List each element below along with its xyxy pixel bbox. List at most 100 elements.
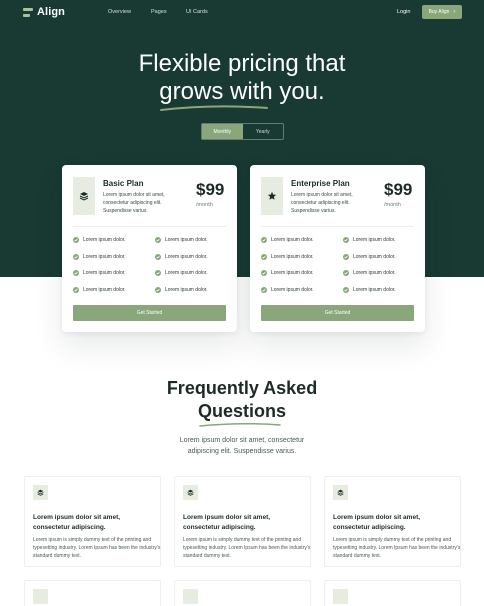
check-icon — [261, 254, 267, 260]
feature-label: Lorem ipsum dolor. — [83, 254, 126, 260]
feature-label: Lorem ipsum dolor. — [353, 287, 396, 293]
star-icon — [261, 177, 283, 215]
plan-period: /month — [196, 202, 213, 208]
faq-question: Lorem ipsum dolor sit amet, consectetur … — [183, 514, 271, 531]
feature-item: Lorem ipsum dolor. — [261, 287, 314, 293]
toggle-yearly[interactable]: Yearly — [243, 124, 284, 139]
feature-label: Lorem ipsum dolor. — [83, 287, 126, 293]
faq-question: Lorem ipsum dolor sit amet, consectetur … — [33, 514, 121, 531]
feature-label: Lorem ipsum dolor. — [271, 270, 314, 276]
plan-price: $99 — [196, 180, 225, 199]
feature-item: Lorem ipsum dolor. — [343, 237, 396, 243]
check-icon — [343, 270, 349, 276]
plan-price: $99 — [384, 180, 413, 199]
check-icon — [343, 254, 349, 260]
feature-item: Lorem ipsum dolor. — [73, 287, 126, 293]
faq-card[interactable] — [24, 580, 161, 606]
hero-title-line1: Flexible pricing that — [138, 50, 346, 77]
faq-card[interactable] — [324, 580, 461, 606]
plan-name: Enterprise Plan — [291, 179, 350, 188]
faq-title-line2: Questions — [197, 401, 286, 421]
check-icon — [73, 270, 79, 276]
buy-align-button[interactable]: Buy Align › — [422, 5, 462, 19]
get-started-button[interactable]: Get Started — [261, 305, 414, 321]
toggle-monthly[interactable]: Monthly — [202, 124, 243, 139]
check-icon — [155, 270, 161, 276]
top-nav: Align Overview Pages UI Cards Login Buy … — [0, 0, 484, 26]
feature-item: Lorem ipsum dolor. — [261, 270, 314, 276]
feature-item: Lorem ipsum dolor. — [73, 254, 126, 260]
check-icon — [73, 254, 79, 260]
billing-toggle: Monthly Yearly — [201, 123, 284, 140]
brand-logo[interactable]: Align — [23, 6, 65, 18]
page: Align Overview Pages UI Cards Login Buy … — [0, 0, 484, 606]
layers-icon — [33, 589, 48, 604]
nav-link-pages[interactable]: Pages — [151, 9, 167, 15]
layers-icon — [183, 589, 198, 604]
card-divider — [73, 226, 226, 227]
hero-title: Flexible pricing that grows with you. — [0, 50, 484, 111]
logo-mark-icon — [23, 7, 33, 17]
plan-period: /month — [384, 202, 401, 208]
plan-description: Lorem ipsum dolor sit amet, consectetur … — [103, 192, 165, 214]
feature-item: Lorem ipsum dolor. — [343, 254, 396, 260]
check-icon — [155, 237, 161, 243]
check-icon — [261, 287, 267, 293]
hero-title-line2: grows with you. — [159, 78, 325, 105]
faq-title-line1: Frequently Asked — [166, 378, 318, 398]
layers-icon — [333, 589, 348, 604]
check-icon — [343, 287, 349, 293]
feature-label: Lorem ipsum dolor. — [271, 237, 314, 243]
faq-card[interactable]: Lorem ipsum dolor sit amet, consectetur … — [24, 476, 161, 567]
get-started-button[interactable]: Get Started — [73, 305, 226, 321]
check-icon — [155, 287, 161, 293]
faq-subtitle: Lorem ipsum dolor sit amet, consectetur … — [179, 437, 305, 455]
arrow-right-icon: › — [453, 9, 456, 15]
faq-answer: Lorem ipsum is simply dummy text of the … — [333, 537, 461, 559]
buy-align-label: Buy Align — [428, 9, 450, 15]
feature-item: Lorem ipsum dolor. — [155, 237, 208, 243]
plan-description: Lorem ipsum dolor sit amet, consectetur … — [291, 192, 353, 214]
faq-card[interactable]: Lorem ipsum dolor sit amet, consectetur … — [324, 476, 461, 567]
faq-title: Frequently Asked Questions — [0, 377, 484, 427]
check-icon — [343, 237, 349, 243]
check-icon — [261, 270, 267, 276]
brand-name: Align — [37, 6, 65, 18]
faq-card[interactable]: Lorem ipsum dolor sit amet, consectetur … — [174, 476, 311, 567]
check-icon — [73, 237, 79, 243]
faq-answer: Lorem ipsum is simply dummy text of the … — [183, 537, 311, 559]
plan-name: Basic Plan — [103, 179, 144, 188]
feature-label: Lorem ipsum dolor. — [165, 287, 208, 293]
feature-item: Lorem ipsum dolor. — [155, 254, 208, 260]
feature-label: Lorem ipsum dolor. — [83, 237, 126, 243]
feature-item: Lorem ipsum dolor. — [73, 237, 126, 243]
check-icon — [155, 254, 161, 260]
nav-link-overview[interactable]: Overview — [108, 9, 131, 15]
feature-label: Lorem ipsum dolor. — [165, 237, 208, 243]
layers-icon — [183, 485, 198, 500]
feature-item: Lorem ipsum dolor. — [261, 254, 314, 260]
check-icon — [261, 237, 267, 243]
pricing-card-basic: Basic Plan Lorem ipsum dolor sit amet, c… — [62, 165, 237, 332]
feature-label: Lorem ipsum dolor. — [165, 254, 208, 260]
feature-label: Lorem ipsum dolor. — [353, 254, 396, 260]
pricing-card-enterprise: Enterprise Plan Lorem ipsum dolor sit am… — [250, 165, 425, 332]
faq-answer: Lorem ipsum is simply dummy text of the … — [33, 537, 161, 559]
feature-label: Lorem ipsum dolor. — [353, 270, 396, 276]
feature-item: Lorem ipsum dolor. — [343, 270, 396, 276]
feature-item: Lorem ipsum dolor. — [73, 270, 126, 276]
feature-item: Lorem ipsum dolor. — [155, 270, 208, 276]
feature-item: Lorem ipsum dolor. — [155, 287, 208, 293]
layers-icon — [33, 485, 48, 500]
feature-label: Lorem ipsum dolor. — [271, 287, 314, 293]
feature-item: Lorem ipsum dolor. — [261, 237, 314, 243]
faq-card[interactable] — [174, 580, 311, 606]
feature-item: Lorem ipsum dolor. — [343, 287, 396, 293]
underline-swoosh-icon — [160, 105, 269, 111]
login-link[interactable]: Login — [397, 9, 410, 15]
check-icon — [73, 287, 79, 293]
card-divider — [261, 226, 414, 227]
feature-label: Lorem ipsum dolor. — [271, 254, 314, 260]
feature-label: Lorem ipsum dolor. — [83, 270, 126, 276]
nav-link-ui-cards[interactable]: UI Cards — [186, 9, 208, 15]
